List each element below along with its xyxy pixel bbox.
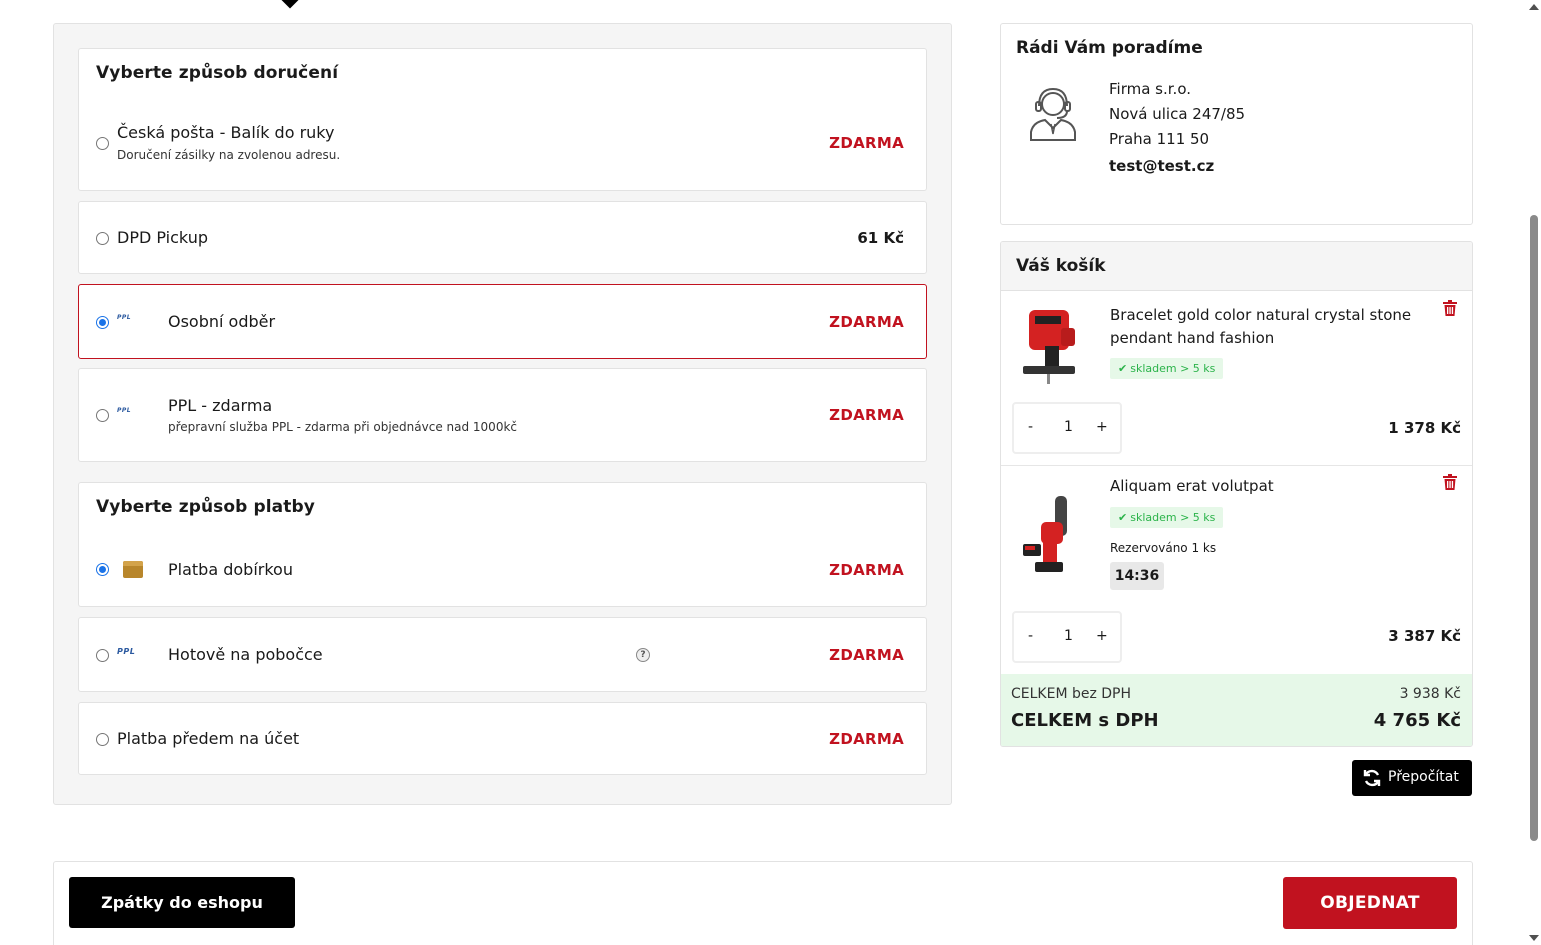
qty-plus-button[interactable]: +: [1096, 419, 1108, 435]
trash-icon[interactable]: [1443, 474, 1457, 490]
recalculate-label: Přepočítat: [1388, 769, 1459, 785]
payment-option-predem[interactable]: Platba předem na účet ZDARMA: [78, 702, 927, 775]
delivery-radio-ppl[interactable]: [96, 409, 109, 422]
payment-radio-predem[interactable]: [96, 733, 109, 746]
total-with-vat-value: 4 765 Kč: [1373, 710, 1461, 731]
qty-plus-button[interactable]: +: [1096, 628, 1108, 644]
delivery-option-price: 61 Kč: [857, 229, 904, 247]
cart-header: Váš košík: [1001, 242, 1472, 291]
reservation-timer: 14:36: [1110, 562, 1164, 590]
delivery-option-title: Česká pošta - Balík do ruky: [117, 123, 335, 142]
delivery-option-price: ZDARMA: [829, 313, 904, 331]
help-card: Rádi Vám poradíme Firma s.r.o. Nová ulic…: [1000, 23, 1473, 225]
cart-item-price: 1 378 Kč: [1388, 419, 1461, 437]
qty-value[interactable]: 1: [1064, 419, 1073, 435]
delivery-option-ceska-posta[interactable]: Česká pošta - Balík do ruky Doručení zás…: [78, 97, 927, 191]
scroll-up-arrow-icon[interactable]: [1529, 4, 1539, 10]
qty-minus-button[interactable]: -: [1028, 419, 1033, 435]
payment-heading: Vyberte způsob platby: [96, 497, 315, 517]
cart-totals: CELKEM bez DPH 3 938 Kč CELKEM s DPH 4 7…: [1001, 674, 1472, 746]
delivery-radio-ceska-posta[interactable]: [96, 137, 109, 150]
payment-option-title: Platba předem na účet: [117, 729, 300, 748]
company-name: Firma s.r.o.: [1109, 80, 1192, 98]
recalculate-button[interactable]: Přepočítat: [1352, 760, 1472, 796]
payment-section-header: Vyberte způsob platby: [78, 482, 927, 532]
cart-item: Bracelet gold color natural crystal ston…: [1001, 292, 1472, 466]
payment-option-title: Platba dobírkou: [168, 560, 293, 579]
cart-heading: Váš košík: [1016, 256, 1106, 276]
cart-item-price: 3 387 Kč: [1388, 627, 1461, 645]
payment-radio-dobirka[interactable]: [96, 563, 109, 576]
total-without-vat-value: 3 938 Kč: [1399, 686, 1461, 702]
payment-radio-hotove[interactable]: [96, 649, 109, 662]
delivery-option-title: DPD Pickup: [117, 228, 208, 247]
delivery-section-header: Vyberte způsob doručení: [78, 48, 927, 98]
back-to-shop-button[interactable]: Zpátky do eshopu: [69, 877, 295, 928]
scroll-down-arrow-icon[interactable]: [1529, 935, 1539, 941]
total-with-vat-label: CELKEM s DPH: [1011, 710, 1159, 731]
cart-item-name[interactable]: Aliquam erat volutpat: [1110, 475, 1430, 498]
refresh-icon: [1363, 769, 1381, 787]
delivery-option-osobni-odber[interactable]: PPL Osobní odběr ZDARMA: [78, 284, 927, 359]
wallet-icon: [123, 561, 143, 578]
cart-item: Aliquam erat volutpat ✔ skladem > 5 ks Re…: [1001, 466, 1472, 674]
delivery-radio-osobni-odber[interactable]: [96, 316, 109, 329]
scrollbar-thumb[interactable]: [1530, 215, 1538, 841]
help-heading: Rádi Vám poradíme: [1016, 38, 1203, 58]
qty-minus-button[interactable]: -: [1028, 628, 1033, 644]
quantity-stepper[interactable]: - 1 +: [1012, 402, 1122, 454]
quantity-stepper[interactable]: - 1 +: [1012, 611, 1122, 663]
payment-option-price: ZDARMA: [829, 730, 904, 748]
check-icon: ✔: [1118, 511, 1128, 524]
stock-badge: ✔ skladem > 5 ks: [1110, 358, 1224, 379]
delivery-option-price: ZDARMA: [829, 406, 904, 424]
delivery-option-description: přepravní služba PPL - zdarma při objedn…: [168, 420, 517, 434]
product-image-chainsaw: [1023, 496, 1067, 572]
ppl-logo: PPL: [117, 647, 136, 656]
delivery-radio-dpd[interactable]: [96, 232, 109, 245]
trash-icon[interactable]: [1443, 300, 1457, 316]
ppl-logo: PPL: [117, 314, 132, 321]
qty-value[interactable]: 1: [1064, 628, 1073, 644]
company-street: Nová ulica 247/85: [1109, 105, 1246, 123]
payment-option-dobirka[interactable]: Platba dobírkou ZDARMA: [78, 531, 927, 607]
delivery-option-price: ZDARMA: [829, 134, 904, 152]
payment-option-price: ZDARMA: [829, 646, 904, 664]
delivery-option-title: PPL - zdarma: [168, 396, 273, 415]
help-icon[interactable]: ?: [636, 648, 650, 662]
stock-badge: ✔ skladem > 5 ks: [1110, 507, 1224, 528]
cart-item-name[interactable]: Bracelet gold color natural crystal ston…: [1110, 304, 1430, 350]
stock-badge-label: skladem > 5 ks: [1130, 362, 1216, 375]
product-image-jigsaw: [1023, 310, 1075, 384]
stock-badge-label: skladem > 5 ks: [1130, 511, 1216, 524]
check-icon: ✔: [1118, 362, 1128, 375]
company-city: Praha 111 50: [1109, 130, 1210, 148]
dropdown-caret-icon: [281, 0, 299, 9]
company-email[interactable]: test@test.cz: [1109, 157, 1214, 175]
payment-option-title: Hotově na pobočce: [168, 645, 323, 664]
delivery-option-description: Doručení zásilky na zvolenou adresu.: [117, 148, 341, 162]
order-button[interactable]: OBJEDNAT: [1283, 877, 1457, 929]
delivery-heading: Vyberte způsob doručení: [96, 63, 339, 83]
payment-option-price: ZDARMA: [829, 561, 904, 579]
support-agent-icon: [1030, 87, 1076, 141]
reservation-note: Rezervováno 1 ks: [1110, 541, 1217, 555]
delivery-option-dpd-pickup[interactable]: DPD Pickup 61 Kč: [78, 201, 927, 274]
delivery-option-ppl-zdarma[interactable]: PPL PPL - zdarma přepravní služba PPL - …: [78, 368, 927, 462]
total-without-vat-label: CELKEM bez DPH: [1011, 686, 1132, 702]
delivery-option-title: Osobní odběr: [168, 312, 276, 331]
payment-option-hotove[interactable]: PPL Hotově na pobočce ? ZDARMA: [78, 617, 927, 692]
cart-panel: Váš košík Bracelet gold color natural cr…: [1000, 241, 1473, 747]
ppl-logo: PPL: [117, 407, 132, 414]
